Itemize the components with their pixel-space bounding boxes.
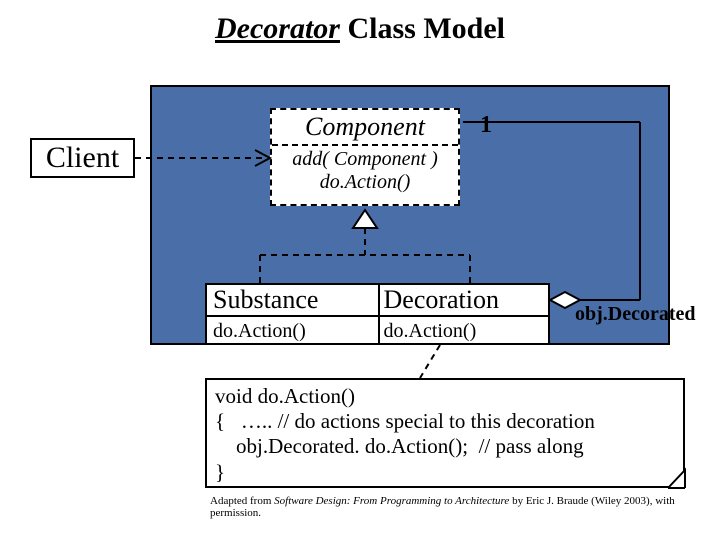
diagram-stage: Decorator Class Model Client Component a… — [0, 0, 720, 540]
component-method-add: add( Component ) — [272, 148, 458, 171]
component-class-box: Component add( Component ) do.Action() — [270, 108, 460, 206]
title-decorator: Decorator — [215, 12, 340, 45]
code-note-text: void do.Action() { ….. // do actions spe… — [215, 384, 595, 484]
attribution-book: Software Design: From Programming to Arc… — [274, 495, 509, 507]
title-rest: Class Model — [340, 12, 505, 45]
component-class-name: Component — [272, 110, 458, 142]
multiplicity-one: 1 — [480, 112, 492, 139]
decoration-name: Decoration — [378, 285, 549, 315]
substance-method: do.Action() — [207, 317, 378, 345]
subclass-boxes: Substance Decoration do.Action() do.Acti… — [205, 283, 550, 345]
code-note-box: void do.Action() { ….. // do actions spe… — [205, 378, 685, 488]
component-methods: add( Component ) do.Action() — [272, 146, 458, 194]
aggregation-role-label: obj.Decorated — [575, 303, 696, 326]
decoration-method: do.Action() — [378, 317, 549, 345]
subclass-vertical-divider — [378, 285, 380, 343]
page-title: Decorator Class Model — [0, 12, 720, 46]
component-method-do: do.Action() — [272, 171, 458, 194]
attribution-line: Adapted from Software Design: From Progr… — [210, 495, 710, 519]
attribution-prefix: Adapted from — [210, 495, 274, 507]
client-class-box: Client — [30, 138, 135, 178]
client-label: Client — [46, 141, 119, 175]
substance-name: Substance — [207, 285, 378, 315]
